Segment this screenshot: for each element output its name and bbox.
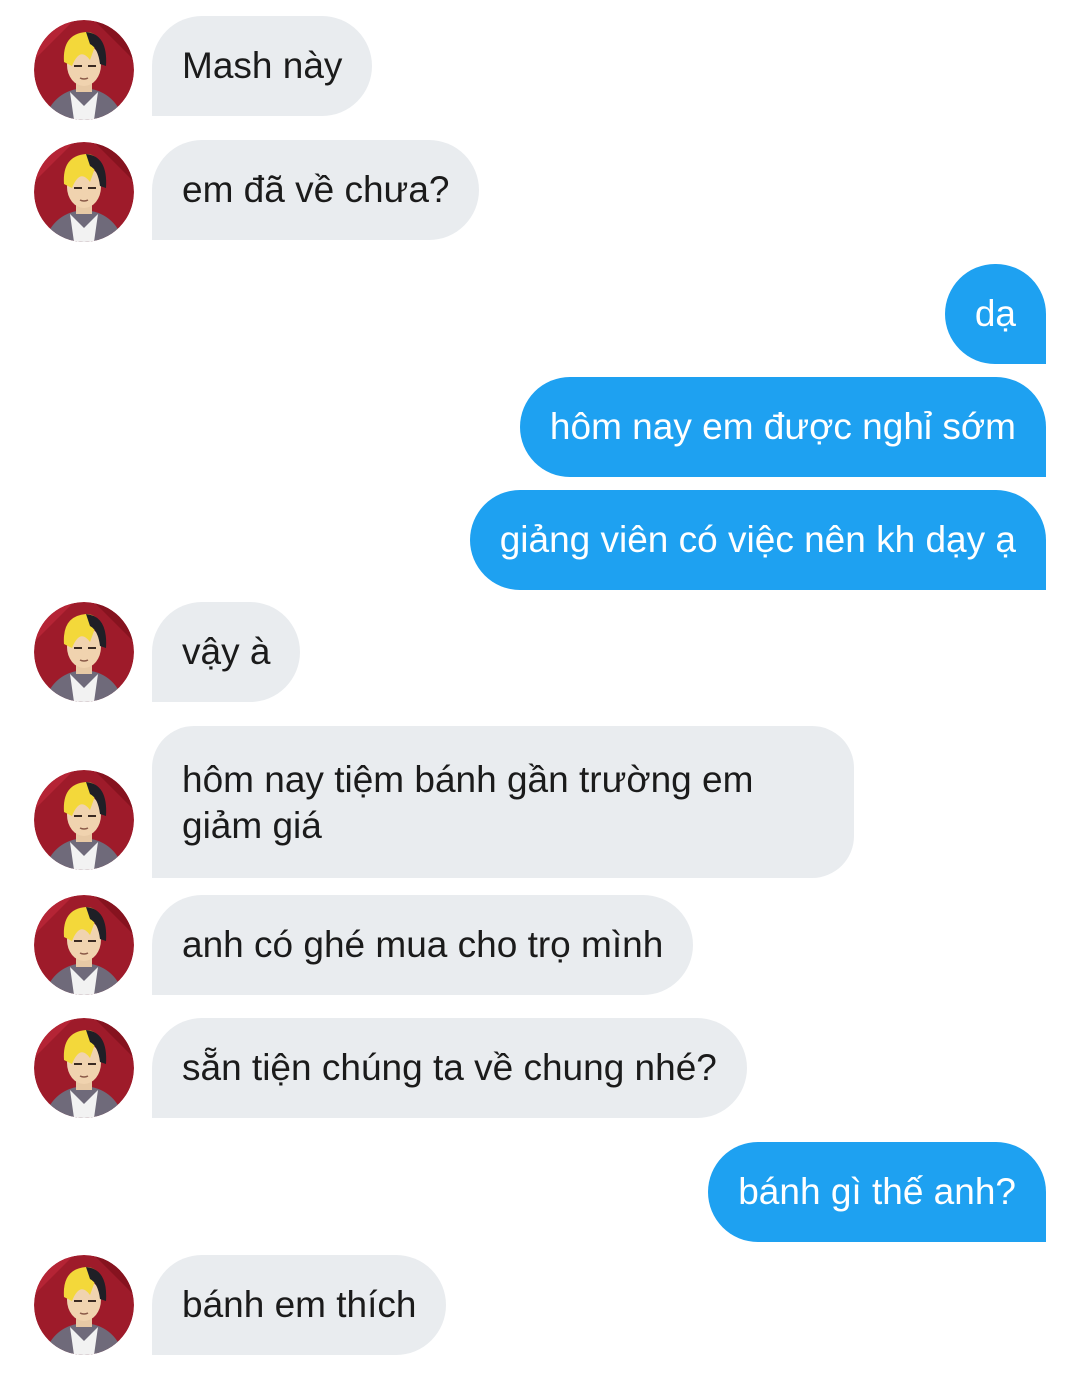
contact-avatar[interactable] [34,770,134,870]
outgoing-message-bubble[interactable]: giảng viên có việc nên kh dạy ạ [469,490,1046,590]
outgoing-message-bubble[interactable]: dạ [944,264,1046,364]
anime-character-avatar-icon [34,1018,134,1118]
incoming-message-bubble[interactable]: bánh em thích [152,1255,447,1355]
anime-character-avatar-icon [34,602,134,702]
contact-avatar[interactable] [34,1018,134,1118]
contact-avatar[interactable] [34,895,134,995]
anime-character-avatar-icon [34,895,134,995]
contact-avatar[interactable] [34,142,134,242]
incoming-message-bubble[interactable]: hôm nay tiệm bánh gần trường em giảm giá [152,726,854,878]
contact-avatar[interactable] [34,1255,134,1355]
anime-character-avatar-icon [34,1255,134,1355]
outgoing-message-bubble[interactable]: bánh gì thế anh? [708,1142,1046,1242]
anime-character-avatar-icon [34,20,134,120]
incoming-message-bubble[interactable]: Mash này [152,16,373,116]
incoming-message-bubble[interactable]: sẵn tiện chúng ta về chung nhé? [152,1018,747,1118]
anime-character-avatar-icon [34,142,134,242]
contact-avatar[interactable] [34,20,134,120]
contact-avatar[interactable] [34,602,134,702]
anime-character-avatar-icon [34,770,134,870]
outgoing-message-bubble[interactable]: hôm nay em được nghỉ sớm [519,377,1046,477]
incoming-message-bubble[interactable]: em đã về chưa? [152,140,480,240]
incoming-message-bubble[interactable]: anh có ghé mua cho trọ mình [152,895,694,995]
incoming-message-bubble[interactable]: vậy à [152,602,301,702]
